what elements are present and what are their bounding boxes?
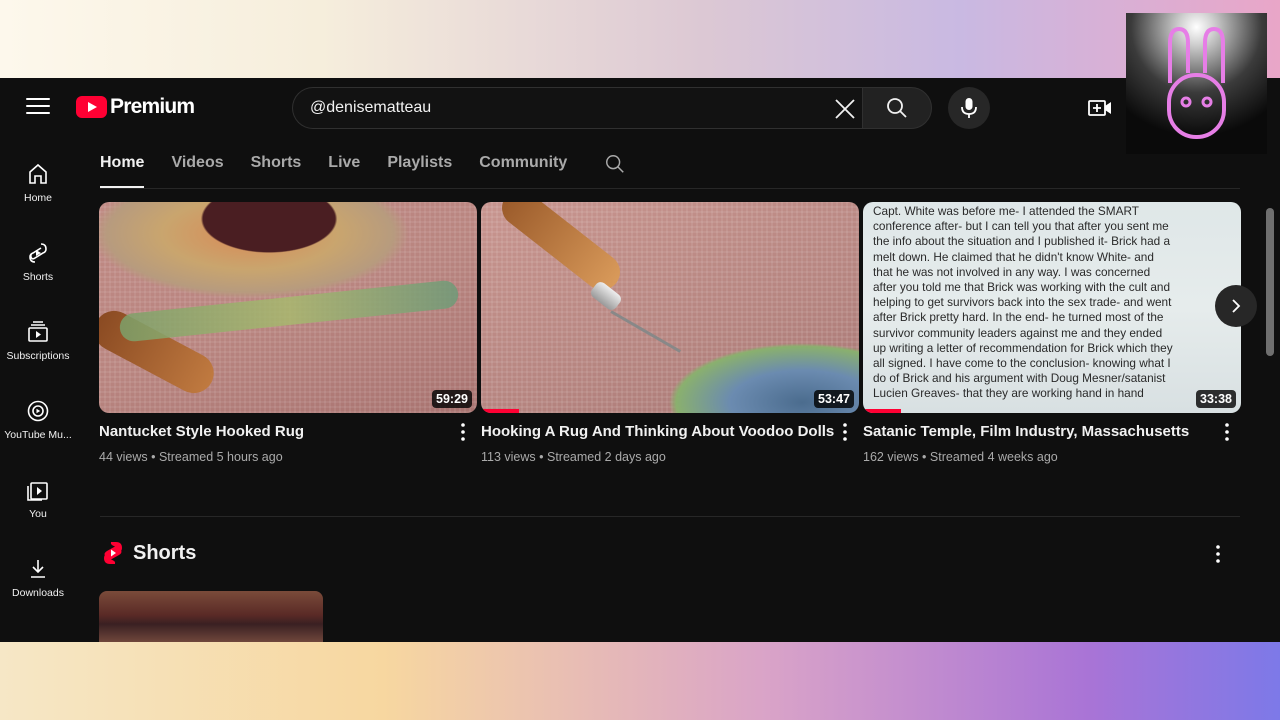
thumbnail-text-line: survivor community leaders against me an… — [873, 325, 1163, 340]
tab-shorts[interactable]: Shorts — [251, 148, 302, 188]
thumbnail-text-line: helping to get survivors back into the s… — [873, 295, 1172, 310]
tab-live[interactable]: Live — [328, 148, 360, 188]
youtube-premium-logo[interactable]: Premium — [76, 95, 195, 119]
clear-search-button[interactable] — [832, 96, 858, 122]
shorts-section-title: Shorts — [133, 541, 197, 564]
section-divider — [100, 516, 1240, 517]
menu-button[interactable] — [26, 98, 50, 118]
sidebar-item-label: You — [29, 508, 47, 520]
you-icon — [27, 482, 48, 501]
sidebar-item-label: YouTube Mu... — [4, 429, 72, 441]
thumbnail-text-line: that he was not involved in any way. I w… — [873, 264, 1151, 279]
thumbnail-text-line: after Brick pretty hard. In the end- he … — [873, 310, 1164, 325]
carousel-next-button[interactable] — [1215, 285, 1257, 327]
thumbnail-text: Capt. White was before me- I attended th… — [873, 204, 1241, 402]
thumbnail-text-line: after you told me that Brick was working… — [873, 280, 1171, 295]
video-thumbnail[interactable]: Capt. White was before me- I attended th… — [863, 202, 1241, 413]
tab-home[interactable]: Home — [100, 148, 145, 188]
video-thumbnail[interactable]: 53:47 — [481, 202, 859, 413]
thumbnail-text-line: conference after- but I can tell you tha… — [873, 219, 1169, 234]
sidebar: Home Shorts Subscriptions YouTube Mu... … — [0, 148, 76, 622]
video-meta: 44 views • Streamed 5 hours ago — [99, 450, 283, 464]
sidebar-item-subscriptions[interactable]: Subscriptions — [0, 306, 76, 385]
close-icon — [835, 99, 855, 119]
logo-text: Premium — [110, 95, 195, 118]
top-background-gradient — [0, 0, 1280, 78]
download-icon — [31, 560, 45, 578]
video-meta: 113 views • Streamed 2 days ago — [481, 450, 666, 464]
video-meta: 162 views • Streamed 4 weeks ago — [863, 450, 1058, 464]
tab-playlists[interactable]: Playlists — [387, 148, 452, 188]
more-options-icon[interactable] — [837, 421, 853, 443]
video-duration: 33:38 — [1196, 390, 1236, 408]
search-icon — [887, 98, 907, 118]
rug-wool-border — [118, 279, 460, 343]
search-box — [292, 87, 862, 129]
video-title[interactable]: Satanic Temple, Film Industry, Massachus… — [863, 423, 1241, 440]
thumbnail-text-line: Capt. White was before me- I attended th… — [873, 204, 1139, 218]
voice-search-button[interactable] — [948, 87, 990, 129]
video-title[interactable]: Hooking A Rug And Thinking About Voodoo … — [481, 423, 859, 440]
video-title[interactable]: Nantucket Style Hooked Rug — [99, 423, 477, 440]
youtube-logo-icon — [76, 96, 107, 118]
search-button[interactable] — [862, 87, 932, 129]
watch-progress-bar — [481, 409, 519, 413]
subscriptions-icon — [28, 321, 48, 342]
video-duration: 59:29 — [432, 390, 472, 408]
youtube-app: Premium @denisematteau Home Shorts Subsc… — [0, 78, 1280, 642]
sidebar-item-label: Downloads — [12, 587, 64, 599]
chevron-right-icon — [1232, 299, 1241, 313]
bunny-watermark-logo — [1126, 13, 1267, 154]
sidebar-item-you[interactable]: You — [0, 464, 76, 543]
video-thumbnail[interactable]: 59:29 — [99, 202, 477, 413]
rug-hook-needle — [610, 310, 682, 353]
microphone-icon — [961, 98, 977, 118]
shorts-icon — [29, 243, 47, 263]
sidebar-item-shorts[interactable]: Shorts — [0, 227, 76, 306]
thumbnail-text-line: all signed. I have come to the conclusio… — [873, 356, 1171, 371]
rug-hook-handle — [494, 202, 628, 298]
sidebar-item-downloads[interactable]: Downloads — [0, 543, 76, 622]
short-thumbnail[interactable] — [99, 591, 323, 642]
video-card: 53:47 Hooking A Rug And Thinking About V… — [481, 202, 859, 464]
shorts-section-header: Shorts — [102, 541, 196, 565]
tab-videos[interactable]: Videos — [171, 148, 223, 188]
sidebar-item-home[interactable]: Home — [0, 148, 76, 227]
thumbnail-text-line: up writing a letter of recommendation fo… — [873, 340, 1173, 355]
video-duration: 53:47 — [814, 390, 854, 408]
more-options-icon[interactable] — [455, 421, 471, 443]
watch-progress-bar — [863, 409, 901, 413]
thumbnail-text-line: Lucien Greaves- that they are working ha… — [873, 386, 1144, 401]
more-options-icon[interactable] — [1210, 543, 1226, 565]
bottom-background-gradient — [0, 642, 1280, 720]
video-card: Capt. White was before me- I attended th… — [863, 202, 1241, 464]
tab-community[interactable]: Community — [479, 148, 567, 188]
sidebar-item-youtube-music[interactable]: YouTube Mu... — [0, 385, 76, 464]
thumbnail-text-line: the info about the situation and I publi… — [873, 234, 1171, 249]
channel-tabs: Home Videos Shorts Live Playlists Commun… — [100, 148, 626, 188]
thumbnail-text-line: do of Brick and his argument with Doug M… — [873, 371, 1166, 386]
tabs-divider — [100, 188, 1240, 189]
more-options-icon[interactable] — [1219, 421, 1235, 443]
search-input[interactable] — [293, 99, 813, 117]
scrollbar-thumb[interactable] — [1266, 208, 1274, 356]
create-button[interactable] — [1086, 95, 1114, 121]
thumbnail-text-line: melt down. He claimed that he didn't kno… — [873, 249, 1154, 264]
shorts-logo-icon — [104, 542, 122, 564]
youtube-music-icon — [27, 400, 49, 422]
video-card: 59:29 Nantucket Style Hooked Rug 44 view… — [99, 202, 477, 464]
sidebar-item-label: Subscriptions — [6, 350, 70, 362]
bunny-icon — [1167, 26, 1226, 139]
home-icon — [29, 163, 47, 184]
video-add-icon — [1088, 100, 1111, 116]
channel-search-icon[interactable] — [604, 153, 626, 175]
sidebar-item-label: Home — [23, 192, 52, 204]
sidebar-item-label: Shorts — [22, 271, 54, 283]
